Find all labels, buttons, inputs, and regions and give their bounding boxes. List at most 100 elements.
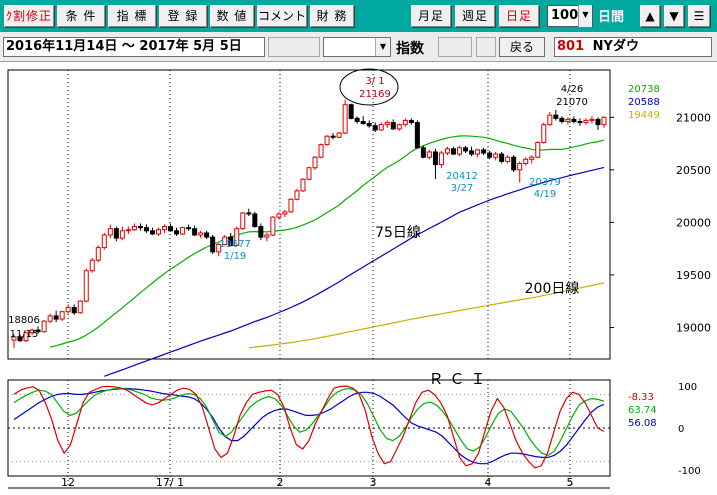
- comment-button[interactable]: コメント: [257, 5, 307, 27]
- y-tick-label: 19500: [676, 269, 711, 282]
- candle-up: [565, 118, 571, 122]
- candle-down: [553, 114, 559, 119]
- split-adjust-button[interactable]: ｸ割修正: [4, 5, 54, 27]
- candle-down: [168, 226, 174, 232]
- candle-up: [294, 190, 300, 200]
- candle-down: [53, 315, 59, 320]
- candle-down: [366, 123, 372, 127]
- candle-down: [577, 120, 583, 124]
- rci-legend-value: 63.74: [628, 405, 657, 416]
- candle-up: [240, 212, 246, 230]
- chevron-down-icon[interactable]: ▼: [375, 38, 390, 56]
- y-tick-label: 19000: [676, 321, 711, 334]
- candle-up: [444, 148, 450, 154]
- empty-field-3: [476, 37, 496, 57]
- weekly-button[interactable]: 週足: [455, 5, 495, 27]
- candle-up: [384, 122, 390, 126]
- register-button[interactable]: 登 録: [159, 5, 207, 27]
- rci-y-tick-label: 0: [678, 424, 684, 435]
- candle-down: [330, 135, 336, 138]
- index-label: 指数: [396, 41, 424, 57]
- candle-down: [559, 117, 565, 122]
- price-annotation-label: 11/15: [10, 329, 39, 340]
- rci-y-tick-label: -100: [678, 466, 701, 477]
- candle-down: [390, 122, 396, 130]
- candle-up: [396, 124, 402, 130]
- candle-up: [270, 216, 276, 236]
- candle-down: [463, 147, 469, 152]
- candle-up: [155, 229, 161, 235]
- monthly-button[interactable]: 月足: [411, 5, 451, 27]
- price-annotation-label: 18806: [8, 315, 40, 326]
- candle-up: [475, 149, 481, 155]
- condition-button[interactable]: 条 件: [57, 5, 105, 27]
- down-arrow-icon[interactable]: ▼: [664, 5, 684, 27]
- ma-legend-value: 19449: [628, 110, 660, 121]
- back-button[interactable]: 戻る: [499, 37, 545, 57]
- candle-down: [511, 156, 517, 171]
- candle-up: [125, 229, 131, 232]
- candle-up: [529, 156, 535, 160]
- chart-area: 12 17/ 1 2 3 4 5 21000 20500 20000 19500 19000 1880…: [0, 62, 717, 491]
- finance-button[interactable]: 財 務: [310, 5, 354, 27]
- empty-field-2: [438, 37, 472, 57]
- up-arrow-icon[interactable]: ▲: [640, 5, 660, 27]
- chart-svg: 12 17/ 1 2 3 4 5 21000 20500 20000 19500 19000 1880…: [7, 68, 711, 489]
- price-annotation-label: 1/19: [224, 251, 246, 262]
- candle-up: [541, 124, 547, 144]
- daily-button[interactable]: 日足: [499, 5, 539, 27]
- candle-up: [162, 226, 168, 231]
- candle-up: [438, 152, 444, 166]
- candle-up: [65, 307, 71, 313]
- index-select[interactable]: ▼: [323, 37, 391, 57]
- price-annotation-label: 21070: [556, 97, 588, 108]
- indicator-button[interactable]: 指 標: [108, 5, 156, 27]
- ma-200-label: 200日線: [525, 281, 580, 297]
- candle-up: [41, 320, 47, 333]
- empty-field-1: [268, 37, 320, 57]
- candle-down: [360, 120, 366, 125]
- ma-75-label: 75日線: [375, 225, 421, 241]
- symbol-field[interactable]: 801 NYダウ: [554, 37, 712, 57]
- candle-down: [192, 228, 198, 236]
- candle-down: [481, 149, 487, 154]
- candle-up: [601, 116, 607, 126]
- candle-down: [210, 236, 216, 253]
- price-annotation-label: 4/19: [534, 189, 556, 200]
- x-tick-label: 17/ 1: [156, 476, 184, 489]
- rci-legend-value: -8.33: [628, 392, 654, 403]
- info-bar: 2016年11月14日 〜 2017年 5月 5日 ▼ 指数 戻る 801 NY…: [0, 32, 717, 62]
- ma-legend-value: 20738: [628, 84, 660, 95]
- candle-up: [282, 211, 288, 215]
- candle-down: [414, 122, 420, 149]
- period-unit-label: 日間: [598, 10, 625, 25]
- candle-up: [276, 213, 282, 218]
- candle-up: [342, 104, 348, 134]
- candle-down: [571, 118, 577, 122]
- candle-down: [450, 148, 456, 155]
- main-panel-frame: [7, 69, 611, 360]
- candle-up: [264, 234, 270, 238]
- candle-up: [505, 156, 511, 162]
- date-range-field[interactable]: 2016年11月14日 〜 2017年 5月 5日: [3, 37, 265, 57]
- candle-up: [378, 124, 384, 131]
- candle-up: [318, 144, 324, 158]
- price-annotation-label: 3/27: [451, 183, 473, 194]
- candle-up: [547, 114, 553, 126]
- price-annotation-label: 20379: [529, 177, 561, 188]
- chevron-down-icon[interactable]: ▼: [578, 5, 592, 27]
- y-tick-label: 20000: [676, 216, 711, 229]
- candle-down: [246, 212, 252, 215]
- candle-up: [324, 135, 330, 146]
- menu-icon[interactable]: ☰: [688, 5, 710, 27]
- symbol-code: 801: [557, 39, 585, 54]
- candle-down: [595, 118, 601, 126]
- rci-y-tick-label: 100: [678, 382, 697, 393]
- candle-up: [180, 227, 186, 235]
- candle-up: [336, 132, 342, 138]
- ma-legend-value: 20588: [628, 97, 660, 108]
- candle-up: [47, 315, 53, 322]
- price-annotation-label: 4/26: [561, 84, 583, 95]
- candle-up: [59, 311, 65, 320]
- values-button[interactable]: 数 値: [210, 5, 254, 27]
